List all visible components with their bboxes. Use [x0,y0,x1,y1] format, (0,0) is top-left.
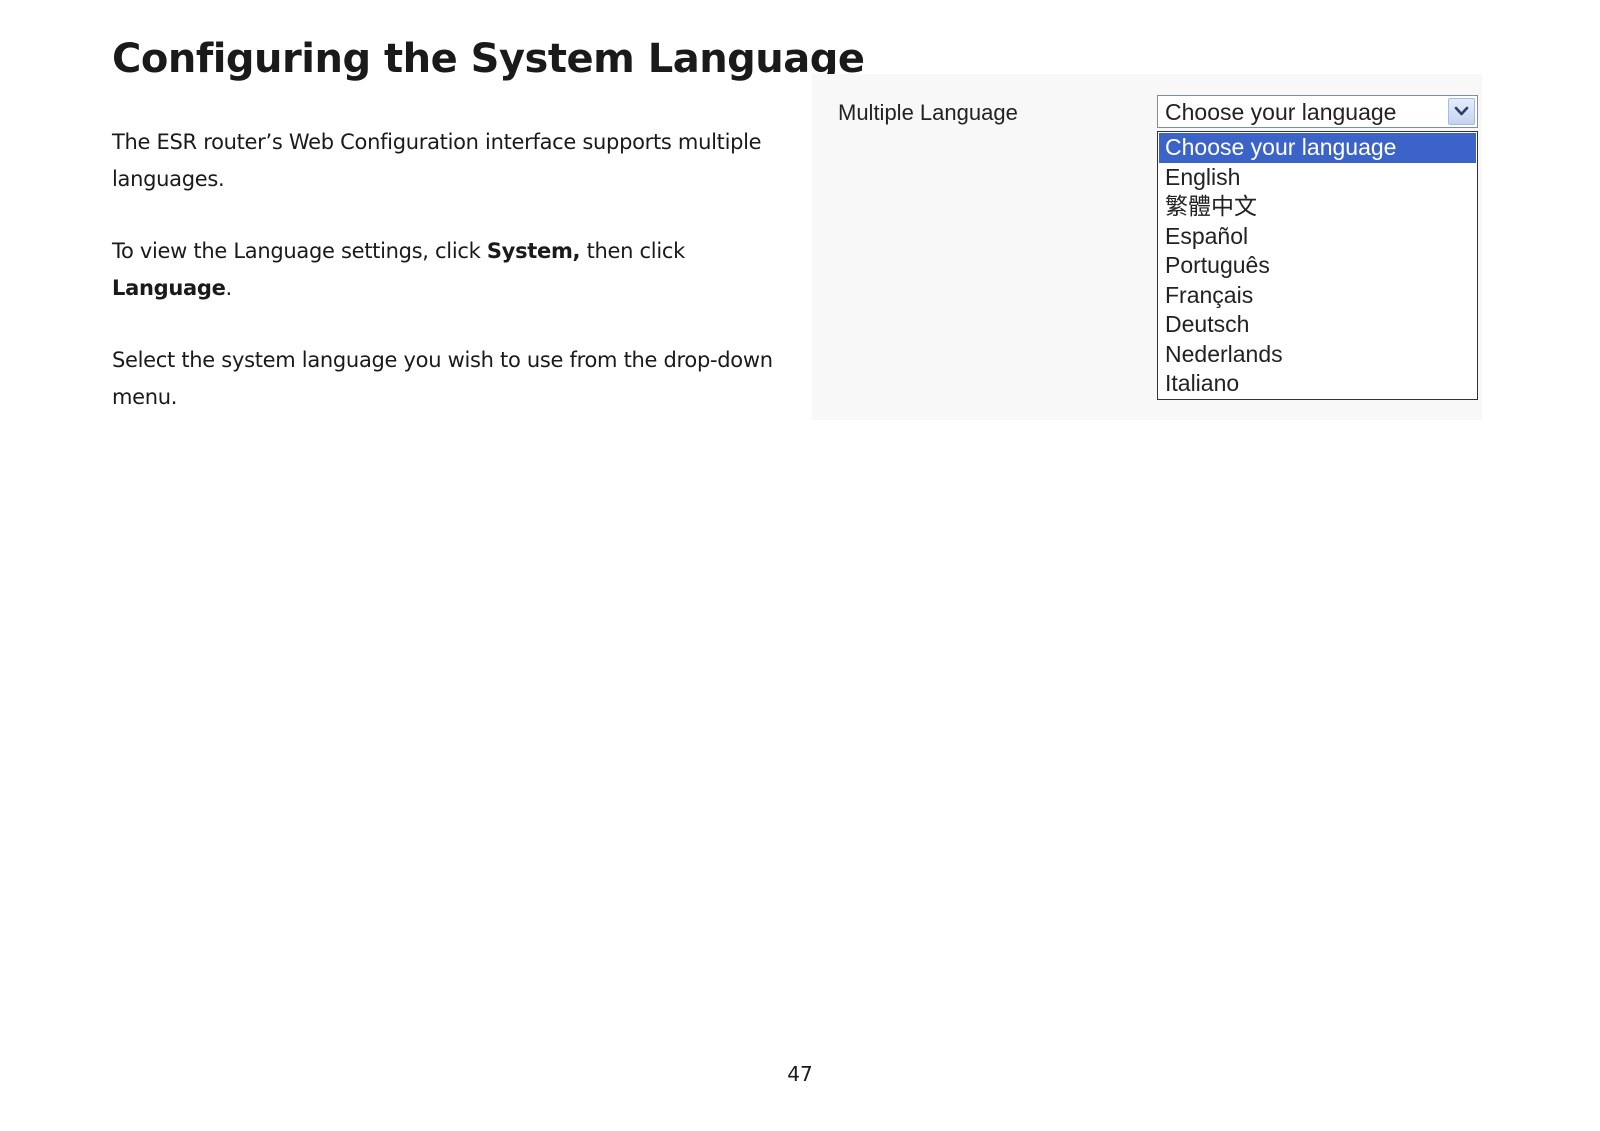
language-option-english[interactable]: English [1158,163,1477,193]
page-title: Configuring the System Language [112,36,865,82]
language-select[interactable]: Choose your language [1157,95,1478,128]
instruction-text-after: . [225,276,233,300]
language-option-italian[interactable]: Italiano [1158,369,1477,399]
language-option-french[interactable]: Français [1158,281,1477,311]
select-paragraph: Select the system language you wish to u… [112,348,773,409]
page-number: 47 [787,1062,813,1086]
language-menu-reference: Language [112,276,226,300]
language-select-value: Choose your language [1165,99,1397,125]
language-options-list: Choose your language English 繁體中文 Españo… [1157,131,1478,400]
system-menu-reference: System, [486,239,581,263]
language-option-dutch[interactable]: Nederlands [1158,340,1477,370]
body-text: The ESR router’s Web Configuration inter… [112,124,792,451]
language-settings-screenshot: Multiple Language Choose your language C… [812,74,1482,420]
language-option-spanish[interactable]: Español [1158,222,1477,252]
instruction-paragraph: To view the Language settings, click Sys… [112,233,792,307]
intro-paragraph: The ESR router’s Web Configuration inter… [112,130,762,191]
chevron-down-icon [1454,106,1469,116]
instruction-text-before: To view the Language settings, click [112,239,487,263]
dropdown-arrow-button[interactable] [1448,98,1475,125]
language-option-portuguese[interactable]: Português [1158,251,1477,281]
language-option-german[interactable]: Deutsch [1158,310,1477,340]
instruction-text-middle: then click [580,239,686,263]
language-option-traditional-chinese[interactable]: 繁體中文 [1158,192,1477,222]
multiple-language-label: Multiple Language [838,100,1018,125]
language-option-choose[interactable]: Choose your language [1159,133,1476,163]
